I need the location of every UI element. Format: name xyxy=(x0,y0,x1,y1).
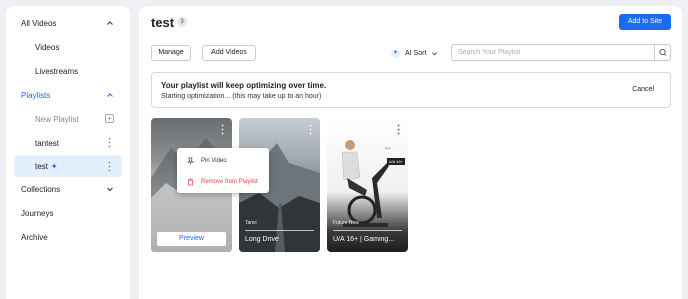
video-count-badge: 3 xyxy=(177,17,187,27)
video-creator: Future Now xyxy=(333,220,359,226)
video-creator: Tanvi xyxy=(245,220,257,226)
sparkle-icon: ✦ xyxy=(50,161,58,171)
sidebar-item-label: New Playlist xyxy=(35,114,79,124)
video-context-menu: Pin Video Remove from Playlist xyxy=(177,148,269,193)
sidebar-item-label: Livestreams xyxy=(35,66,79,76)
sidebar-item-livestreams[interactable]: Livestreams xyxy=(6,59,130,83)
banner-title: Your playlist will keep optimizing over … xyxy=(161,81,327,90)
sidebar-item-playlists[interactable]: Playlists xyxy=(6,83,130,107)
search-button[interactable] xyxy=(654,45,670,60)
menu-item-label: Pin Video xyxy=(201,158,227,164)
sidebar-item-journeys[interactable]: Journeys xyxy=(6,201,130,225)
video-title: Long Drive xyxy=(245,236,279,243)
video-title: U/A 16+ | Gaming... xyxy=(333,236,395,243)
sidebar-item-archive[interactable]: Archive xyxy=(6,225,130,249)
remove-from-playlist-menu-item[interactable]: Remove from Playlist xyxy=(177,172,269,192)
add-playlist-icon[interactable]: + xyxy=(105,114,114,123)
rating-badge: U/A 16+ xyxy=(386,158,405,165)
ai-sort-label: AI Sort xyxy=(405,49,427,57)
pin-video-menu-item[interactable]: Pin Video xyxy=(177,151,269,171)
page-title: test xyxy=(151,15,175,30)
sidebar-item-collections[interactable]: Collections xyxy=(6,177,130,201)
sidebar-item-all-videos[interactable]: All Videos xyxy=(6,11,130,35)
more-vertical-icon[interactable] xyxy=(108,137,111,148)
ai-sort-dropdown[interactable]: ✦ AI Sort xyxy=(391,46,438,60)
chevron-up-icon xyxy=(107,21,113,25)
sidebar-item-label: Videos xyxy=(35,42,60,52)
add-to-site-button[interactable]: Add to Site xyxy=(619,14,671,30)
divider xyxy=(245,230,314,231)
sidebar-item-tantest[interactable]: tantest xyxy=(6,131,130,155)
more-vertical-icon[interactable] xyxy=(397,124,400,135)
sidebar-item-label: Archive xyxy=(21,232,48,242)
sparkle-icon: ✦ xyxy=(391,48,400,58)
manage-button[interactable]: Manage xyxy=(151,45,191,61)
sidebar-item-label: Collections xyxy=(21,184,61,194)
preview-button[interactable]: Preview xyxy=(157,232,226,246)
sidebar-item-new-playlist[interactable]: New Playlist + xyxy=(6,107,130,131)
sidebar-item-test[interactable]: test ✦ xyxy=(14,155,122,177)
chevron-down-icon xyxy=(107,187,113,192)
svg-text:logo: logo xyxy=(385,146,391,150)
more-vertical-icon[interactable] xyxy=(221,124,224,135)
chevron-down-icon xyxy=(432,51,438,55)
add-videos-button[interactable]: Add Videos xyxy=(202,45,256,61)
video-card[interactable]: logo U/A 16+ Future Now U/A 16+ | Gaming… xyxy=(327,118,408,252)
sidebar-item-label: Journeys xyxy=(21,208,54,218)
trash-icon xyxy=(187,178,194,186)
search-icon xyxy=(659,48,667,56)
sidebar-item-label: tantest xyxy=(35,138,60,148)
sidebar-item-label: test xyxy=(35,161,48,171)
sidebar-item-videos[interactable]: Videos xyxy=(6,35,130,59)
search-input[interactable] xyxy=(458,45,648,60)
video-thumbnail: logo xyxy=(341,140,391,227)
cancel-button[interactable]: Cancel xyxy=(632,86,654,93)
search-box xyxy=(451,44,671,61)
sidebar-item-label: Playlists xyxy=(21,90,51,100)
pin-icon xyxy=(187,157,194,165)
sidebar-item-label: All Videos xyxy=(21,18,57,28)
more-vertical-icon[interactable] xyxy=(108,161,111,172)
chevron-up-icon xyxy=(107,93,113,97)
optimization-banner: Your playlist will keep optimizing over … xyxy=(151,72,671,108)
menu-item-label: Remove from Playlist xyxy=(201,179,258,185)
sidebar: All Videos Videos Livestreams Playlists … xyxy=(6,6,130,299)
banner-subtitle: Starting optimization... (this may take … xyxy=(161,93,322,100)
more-vertical-icon[interactable] xyxy=(309,124,312,135)
divider xyxy=(333,230,402,231)
